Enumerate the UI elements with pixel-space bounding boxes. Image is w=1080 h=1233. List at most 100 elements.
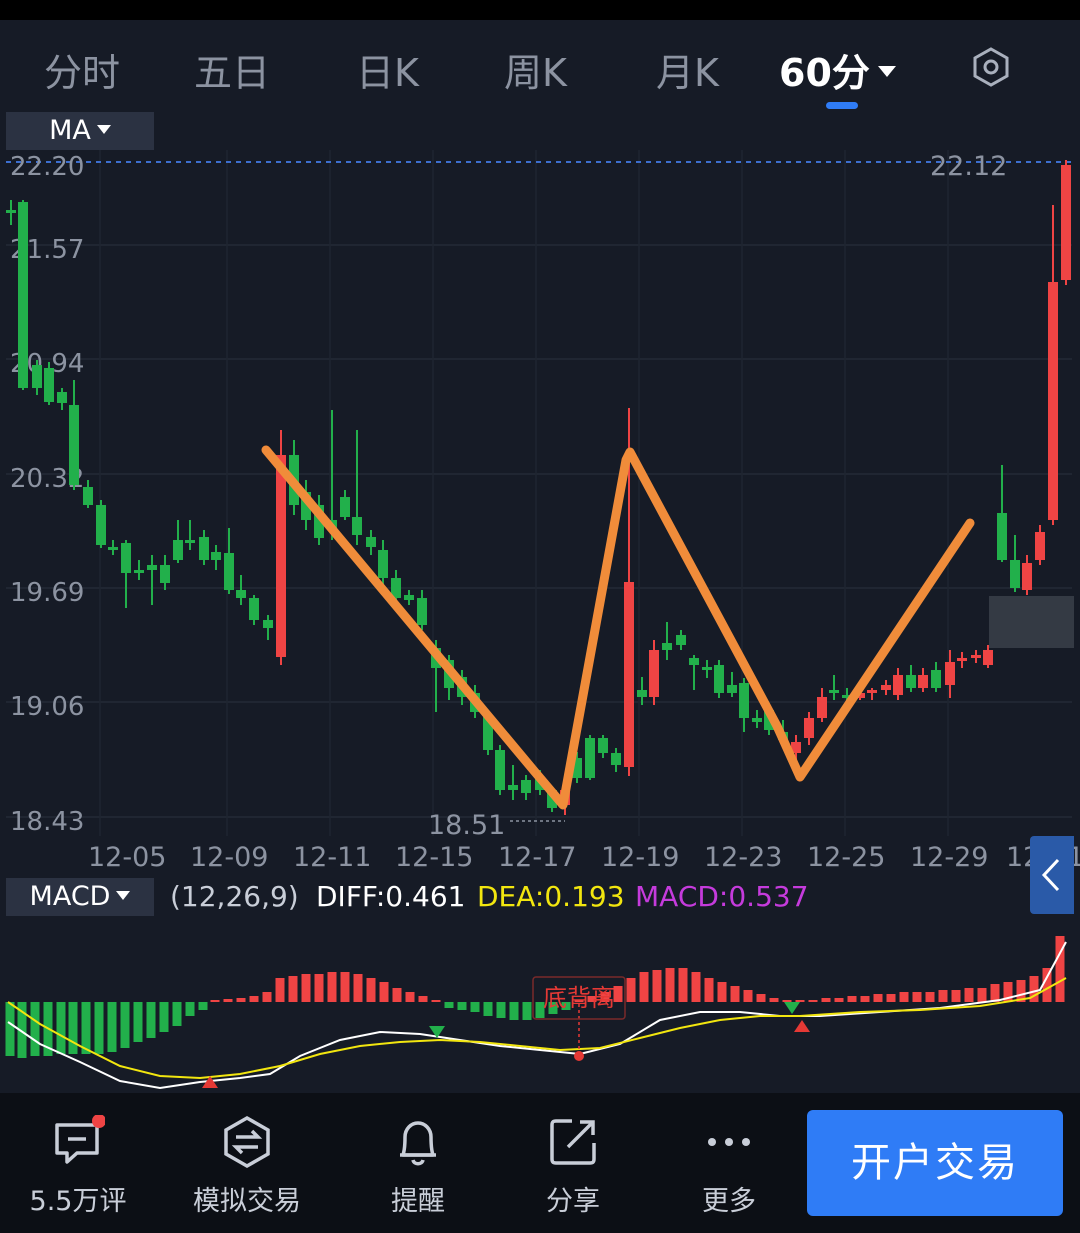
candlestick xyxy=(918,668,928,692)
macd-bar xyxy=(626,978,636,1002)
candlestick xyxy=(931,662,941,692)
candlestick xyxy=(96,500,106,548)
macd-bar xyxy=(236,998,246,1002)
simulated-trade-label: 模拟交易 xyxy=(193,1186,301,1217)
candle-body xyxy=(662,643,672,650)
time-axis-label: 12-23 xyxy=(704,842,782,873)
macd-bar xyxy=(94,1002,104,1054)
macd-bar xyxy=(977,988,987,1002)
macd-bar xyxy=(782,1000,792,1002)
candle-body xyxy=(598,738,608,753)
macd-diff: DIFF:0.461 xyxy=(316,880,466,913)
candlestick xyxy=(689,655,699,690)
macd-bar xyxy=(847,996,857,1002)
macd-bar xyxy=(717,982,727,1002)
alert-button[interactable]: 提醒 xyxy=(343,1093,493,1233)
candlestick xyxy=(18,200,28,390)
macd-bar xyxy=(198,1002,208,1010)
candlestick xyxy=(945,650,955,698)
candlestick xyxy=(57,388,67,410)
simulated-trade-button[interactable]: 模拟交易 xyxy=(172,1093,322,1233)
alert-label: 提醒 xyxy=(391,1186,445,1217)
candlestick xyxy=(817,688,827,722)
candle-body xyxy=(32,365,42,388)
macd-bar xyxy=(5,1002,15,1056)
macd-bar xyxy=(366,978,376,1002)
candle-body xyxy=(727,685,737,693)
macd-bar xyxy=(756,994,766,1002)
candlestick xyxy=(121,540,131,608)
candle-body xyxy=(1022,563,1032,590)
candle-body xyxy=(160,565,170,583)
macd-bar xyxy=(392,988,402,1002)
macd-bar xyxy=(730,986,740,1002)
candle-body xyxy=(649,650,659,697)
macd-bar xyxy=(470,1002,480,1012)
candlestick xyxy=(611,748,621,772)
kline-chart[interactable]: 22.2021.5720.9420.3219.6919.0618.43 22.1… xyxy=(0,0,1080,880)
macd-bar xyxy=(496,1002,506,1018)
macd-bar xyxy=(353,974,363,1002)
candle-body xyxy=(378,550,388,578)
candle-body xyxy=(918,675,928,688)
open-account-button[interactable]: 开户交易 xyxy=(807,1110,1063,1216)
candle-body xyxy=(702,667,712,670)
macd-chart[interactable]: 底背离 xyxy=(0,916,1080,1096)
candle-body xyxy=(417,598,427,625)
price-axis-label: 22.20 xyxy=(10,152,84,182)
macd-bar xyxy=(509,1002,519,1020)
more-button[interactable]: 更多 xyxy=(654,1093,804,1233)
candle-body xyxy=(906,675,916,688)
candlesticks xyxy=(6,160,1071,815)
macd-bar xyxy=(301,974,311,1002)
macd-bar xyxy=(925,992,935,1002)
candlestick xyxy=(893,668,903,700)
high-price-label: 22.12 xyxy=(930,151,1007,182)
candle-body xyxy=(211,552,221,560)
candlestick xyxy=(6,200,16,225)
candle-body xyxy=(236,590,246,598)
candlestick xyxy=(1022,555,1032,595)
macd-bar xyxy=(120,1002,130,1048)
share-button[interactable]: 分享 xyxy=(498,1093,648,1233)
candlestick xyxy=(739,678,749,732)
candle-body xyxy=(1061,165,1071,280)
macd-bar xyxy=(743,990,753,1002)
collapse-panel-button[interactable] xyxy=(1030,836,1074,914)
candlestick xyxy=(662,622,672,660)
candlestick xyxy=(340,490,350,520)
macd-bar xyxy=(249,996,259,1002)
candlestick xyxy=(211,545,221,570)
low-price-label: 18.51 xyxy=(428,810,505,841)
death-cross-marker xyxy=(784,1002,800,1014)
macd-indicator-select[interactable]: MACD xyxy=(6,878,154,916)
macd-bar xyxy=(795,1000,805,1002)
candle-body xyxy=(199,537,209,560)
candle-body xyxy=(971,655,981,658)
candlestick xyxy=(160,555,170,590)
candle-body xyxy=(817,697,827,718)
chevron-down-icon xyxy=(116,891,131,900)
candle-body xyxy=(931,670,941,688)
macd-bar xyxy=(262,992,272,1002)
macd-bar xyxy=(223,999,233,1002)
candlestick xyxy=(108,540,118,555)
macd-bar xyxy=(860,996,870,1002)
macd-label: MACD xyxy=(29,881,111,912)
candlestick xyxy=(366,530,376,555)
candle-body xyxy=(637,690,647,697)
candlestick xyxy=(829,675,839,700)
candle-body xyxy=(69,405,79,485)
macd-bar xyxy=(379,982,389,1002)
candle-body xyxy=(173,540,183,560)
macd-bar xyxy=(275,978,285,1002)
macd-bar xyxy=(56,1002,66,1054)
candle-body xyxy=(585,738,595,778)
comments-button[interactable]: 5.5万评 xyxy=(3,1093,153,1233)
macd-bar xyxy=(652,970,662,1002)
time-axis-label: 12-19 xyxy=(601,842,679,873)
candlestick xyxy=(32,360,42,395)
macd-bar xyxy=(769,998,779,1002)
candle-body xyxy=(829,690,839,693)
time-axis-label: 12-11 xyxy=(293,842,371,873)
